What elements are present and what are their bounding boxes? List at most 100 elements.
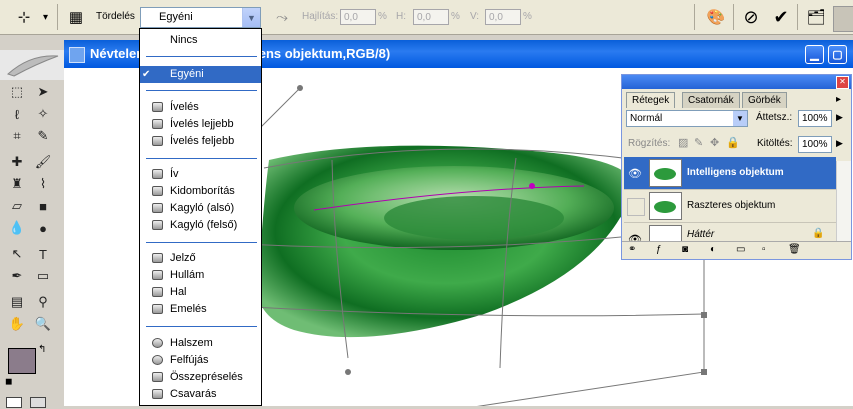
panel-menu-icon[interactable]: ▸: [836, 94, 841, 105]
warp-handle[interactable]: [529, 183, 535, 189]
zoom-tool-icon[interactable]: 🔍: [32, 314, 54, 334]
crop-tool-icon[interactable]: ⌗: [6, 126, 28, 146]
transform-tool-icon[interactable]: ⊹: [12, 5, 36, 29]
layer-row[interactable]: 👁 Intelligens objektum: [624, 157, 836, 190]
opacity-input[interactable]: 100%: [798, 110, 832, 127]
gradient-tool-icon[interactable]: ■: [32, 196, 54, 216]
menu-item-iv[interactable]: Ív: [140, 166, 261, 183]
close-icon[interactable]: ✕: [836, 76, 849, 89]
menu-item-jelzo[interactable]: Jelző: [140, 250, 261, 267]
twist-icon: [152, 389, 163, 399]
cancel-transform-icon[interactable]: ⊘: [739, 5, 763, 29]
menu-item-iveles-lejjebb[interactable]: Ívelés lejjebb: [140, 116, 261, 133]
notes-tool-icon[interactable]: ▤: [6, 292, 28, 312]
quickmask-mode-icon[interactable]: [30, 397, 46, 408]
menu-item-iveles-feljebb[interactable]: Ívelés feljebb: [140, 133, 261, 150]
move-tool-icon[interactable]: ➤: [32, 82, 54, 102]
hand-tool-icon[interactable]: ✋: [6, 314, 28, 334]
warp-handle[interactable]: [701, 369, 707, 375]
menu-item-nincs[interactable]: Nincs: [140, 32, 261, 49]
v-input[interactable]: 0,0: [485, 9, 521, 25]
marquee-tool-icon[interactable]: ⬚: [6, 82, 28, 102]
history-brush-icon[interactable]: ⌇: [32, 174, 54, 194]
lasso-tool-icon[interactable]: ℓ: [6, 104, 28, 124]
menu-item-iveles[interactable]: Ívelés: [140, 99, 261, 116]
menu-item-kidomboritas[interactable]: Kidomborítás: [140, 183, 261, 200]
tab-gorbek[interactable]: Görbék: [742, 92, 787, 108]
minimize-button[interactable]: ▁: [805, 45, 824, 64]
menu-item-kagylo-felso[interactable]: Kagyló (felső): [140, 217, 261, 234]
commit-transform-icon[interactable]: ✔: [769, 5, 793, 29]
type-tool-icon[interactable]: T: [32, 244, 54, 264]
adjustment-icon[interactable]: ◐: [710, 244, 716, 255]
tool-preset-arrow-icon[interactable]: ▾: [43, 12, 48, 23]
slice-tool-icon[interactable]: ✎: [32, 126, 54, 146]
new-layer-icon[interactable]: ▫: [762, 244, 766, 255]
bend-input[interactable]: 0,0: [340, 9, 376, 25]
stamp-tool-icon[interactable]: ♜: [6, 174, 28, 194]
menu-item-csavaras[interactable]: Csavarás: [140, 386, 261, 403]
lock-pixels-icon[interactable]: ✎: [694, 136, 703, 149]
healing-brush-icon[interactable]: ✚: [6, 152, 28, 172]
palette-icon[interactable]: 🎨: [704, 5, 728, 29]
lock-transparency-icon[interactable]: ▨: [678, 136, 688, 149]
magic-wand-icon[interactable]: ✧: [32, 104, 54, 124]
fx-icon[interactable]: ƒ: [656, 244, 662, 255]
blend-mode-select[interactable]: Normál ▼: [626, 110, 748, 127]
foreground-color-swatch[interactable]: [8, 348, 36, 374]
menu-item-emeles[interactable]: Emelés: [140, 301, 261, 318]
tab-retegek[interactable]: Rétegek: [626, 92, 676, 108]
path-select-icon[interactable]: ↖: [6, 244, 28, 264]
dodge-tool-icon[interactable]: ●: [32, 218, 54, 238]
menu-item-osszepreseles[interactable]: Összepréselés: [140, 369, 261, 386]
warp-handle[interactable]: [345, 369, 351, 375]
standard-mode-icon[interactable]: [6, 397, 22, 408]
menu-item-egyeni[interactable]: ✔ Egyéni: [140, 66, 261, 83]
maximize-button[interactable]: ▢: [828, 45, 847, 64]
tab-csatornak[interactable]: Csatornák: [682, 92, 740, 108]
h-input[interactable]: 0,0: [413, 9, 449, 25]
shape-tool-icon[interactable]: ▭: [32, 266, 54, 286]
layers-panel: ✕ Rétegek Csatornák Görbék ▸ Normál ▼ Át…: [621, 74, 852, 260]
palette-well[interactable]: [833, 6, 853, 32]
panel-title-bar[interactable]: ✕: [622, 75, 851, 89]
eraser-tool-icon[interactable]: ▱: [6, 196, 28, 216]
mask-icon[interactable]: ◙: [682, 244, 688, 255]
eye-icon[interactable]: 👁: [625, 163, 645, 183]
document-icon: [69, 47, 85, 63]
chevron-down-icon[interactable]: ▼: [242, 8, 260, 27]
group-icon[interactable]: ▭: [736, 244, 745, 255]
brush-tool-icon[interactable]: 🖌: [32, 152, 54, 172]
menu-item-hal[interactable]: Hal: [140, 284, 261, 301]
file-browser-icon[interactable]: 🗂: [804, 5, 828, 29]
menu-item-kagylo-also[interactable]: Kagyló (alsó): [140, 200, 261, 217]
eyedropper-icon[interactable]: ⚲: [32, 292, 54, 312]
pen-tool-icon[interactable]: ✒: [6, 266, 28, 286]
warp-style-select[interactable]: Egyéni ▼: [140, 7, 261, 28]
shell-lower-icon: [152, 203, 163, 213]
menu-item-felfujas[interactable]: Felfújás: [140, 352, 261, 369]
trash-icon[interactable]: 🗑: [788, 244, 801, 255]
fill-input[interactable]: 100%: [798, 136, 832, 153]
warp-grid-icon[interactable]: ▦: [64, 5, 88, 29]
menu-item-halszem[interactable]: Halszem: [140, 335, 261, 352]
visibility-empty-icon[interactable]: [627, 198, 645, 216]
warp-handle[interactable]: [701, 312, 707, 318]
layer-row[interactable]: Raszteres objektum: [624, 190, 836, 223]
arc-lower-icon: [152, 119, 163, 129]
layers-scrollbar[interactable]: [836, 161, 851, 244]
opacity-arrow-icon[interactable]: ▶: [836, 112, 843, 123]
chevron-down-icon[interactable]: ▼: [733, 111, 747, 126]
fish-icon: [152, 287, 163, 297]
change-orientation-icon[interactable]: ⤳: [270, 5, 294, 29]
default-colors-icon[interactable]: ◼: [5, 376, 12, 387]
fill-arrow-icon[interactable]: ▶: [836, 138, 843, 149]
menu-item-hullam[interactable]: Hullám: [140, 267, 261, 284]
lock-position-icon[interactable]: ✥: [710, 136, 719, 149]
warp-handle[interactable]: [297, 85, 303, 91]
link-icon[interactable]: ⚭: [628, 244, 636, 255]
blur-tool-icon[interactable]: 💧: [6, 218, 28, 238]
lock-all-icon[interactable]: 🔒: [726, 136, 740, 149]
swap-colors-icon[interactable]: ↰: [38, 344, 46, 355]
layer-row[interactable]: 👁 Háttér 🔒: [624, 223, 836, 243]
